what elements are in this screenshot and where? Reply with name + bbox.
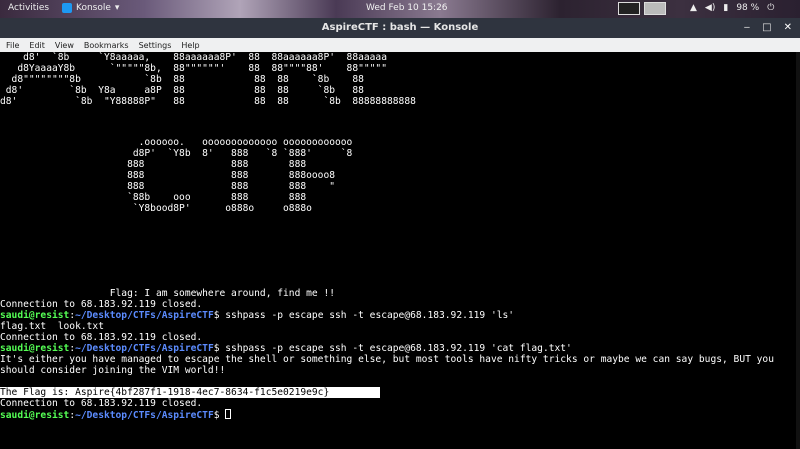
terminal-output[interactable]: d8' `8b `Y8aaaaa, 88aaaaaa8P' 88 88aaaaa… <box>0 52 800 449</box>
terminal-cursor <box>225 409 232 419</box>
prompt-user: saudi@resist <box>0 310 70 321</box>
command-line-current[interactable]: saudi@resist:~/Desktop/CTFs/AspireCTF$ <box>0 409 800 421</box>
prompt-user: saudi@resist <box>0 343 70 354</box>
ctf-art-line: 888 888 888oooo8 <box>0 170 336 181</box>
prompt-user: saudi@resist <box>0 410 70 421</box>
ctf-art-line: `88b ooo 888 888 <box>0 192 307 203</box>
clock[interactable]: Wed Feb 10 15:26 <box>366 3 448 13</box>
command-line-ls: saudi@resist:~/Desktop/CTFs/AspireCTF$ s… <box>0 310 800 321</box>
window-titlebar[interactable]: AspireCTF : bash — Konsole ‒ □ ✕ <box>0 18 800 38</box>
activities-button[interactable]: Activities <box>8 3 49 13</box>
command-text: sshpass -p escape ssh -t escape@68.183.9… <box>225 343 572 354</box>
terminal-scrollbar[interactable] <box>796 52 800 449</box>
top-panel: Activities Konsole ▾ Wed Feb 10 15:26 ▲ … <box>0 0 800 18</box>
close-icon[interactable]: ✕ <box>784 22 792 33</box>
network-icon: ▲ <box>690 3 697 13</box>
output-message-line: should consider joining the VIM world!! <box>0 365 226 376</box>
battery-icon: ▮ <box>723 3 729 13</box>
ctf-ascii-art: .oooooo. ooooooooooooo oooooooooooo d8P'… <box>0 137 800 214</box>
ctf-art-line: `Y8bood8P' o888o o888o <box>0 203 312 214</box>
banner-line: d8""""""""8b `8b 88 88 88 `8b 88 <box>0 74 364 85</box>
flag-hint: Flag: I am somewhere around, find me !! <box>0 288 336 299</box>
minimize-icon[interactable]: ‒ <box>744 22 750 33</box>
menu-bar: File Edit View Bookmarks Settings Help <box>0 38 800 52</box>
ctf-art-line: 888 888 888 <box>0 159 307 170</box>
flag-output-highlighted[interactable]: The Flag is: Aspire{4bf287f1-1918-4ec7-8… <box>0 387 380 398</box>
prompt-dollar: $ <box>213 410 226 421</box>
battery-percentage: 98 % <box>736 3 760 13</box>
banner-line: d8' `8b Y8a a8P 88 88 88 `8b 88 <box>0 85 364 96</box>
banner-line: d8YaaaaY8b `"""""8b, 88""""""' 88 88""""… <box>0 63 387 74</box>
system-tray[interactable]: ▲ ◀) ▮ 98 % ⏻ <box>690 3 774 13</box>
connection-closed-message: Connection to 68.183.92.119 closed. <box>0 299 203 310</box>
prompt-dollar: $ <box>213 310 226 321</box>
menu-bookmarks[interactable]: Bookmarks <box>84 41 129 50</box>
workspace-thumbnail-2[interactable] <box>644 2 666 15</box>
ctf-art-line: 888 888 888 " <box>0 181 336 192</box>
menu-edit[interactable]: Edit <box>29 41 45 50</box>
connection-closed-message: Connection to 68.183.92.119 closed. <box>0 332 203 343</box>
command-line-cat: saudi@resist:~/Desktop/CTFs/AspireCTF$ s… <box>0 343 800 354</box>
volume-icon: ◀) <box>704 3 716 13</box>
output-message-line: It's either you have managed to escape t… <box>0 354 774 365</box>
konsole-icon <box>62 3 72 13</box>
banner-line: d8' `8b "Y88888P" 88 88 88 `8b 888888888… <box>0 96 416 107</box>
ctf-art-line: d8P' `Y8b 8' 888 `8 `888' `8 <box>0 148 353 159</box>
workspace-thumbnail-1[interactable] <box>618 2 640 15</box>
prompt-path: ~/Desktop/CTFs/AspireCTF <box>75 410 214 421</box>
connection-closed-message: Connection to 68.183.92.119 closed. <box>0 398 203 409</box>
maximize-icon[interactable]: □ <box>762 22 771 33</box>
menu-view[interactable]: View <box>55 41 74 50</box>
prompt-path: ~/Desktop/CTFs/AspireCTF <box>75 310 214 321</box>
window-controls: ‒ □ ✕ <box>744 22 792 33</box>
prompt-dollar: $ <box>213 343 226 354</box>
app-menu-label: Konsole <box>76 3 111 13</box>
window-title: AspireCTF : bash — Konsole <box>321 22 479 33</box>
power-menu-icon: ⏻ <box>767 3 775 13</box>
ls-output: flag.txt look.txt <box>0 321 104 332</box>
banner-line: d8' `8b `Y8aaaaa, 88aaaaaa8P' 88 88aaaaa… <box>0 52 387 63</box>
command-text: sshpass -p escape ssh -t escape@68.183.9… <box>225 310 515 321</box>
aspire-ascii-banner: d8' `8b `Y8aaaaa, 88aaaaaa8P' 88 88aaaaa… <box>0 52 800 107</box>
menu-file[interactable]: File <box>6 41 19 50</box>
chevron-down-icon: ▾ <box>114 3 120 13</box>
prompt-path: ~/Desktop/CTFs/AspireCTF <box>75 343 214 354</box>
menu-help[interactable]: Help <box>181 41 199 50</box>
ctf-art-line: .oooooo. ooooooooooooo oooooooooooo <box>0 137 353 148</box>
menu-settings[interactable]: Settings <box>139 41 172 50</box>
app-menu[interactable]: Konsole ▾ <box>62 3 119 13</box>
